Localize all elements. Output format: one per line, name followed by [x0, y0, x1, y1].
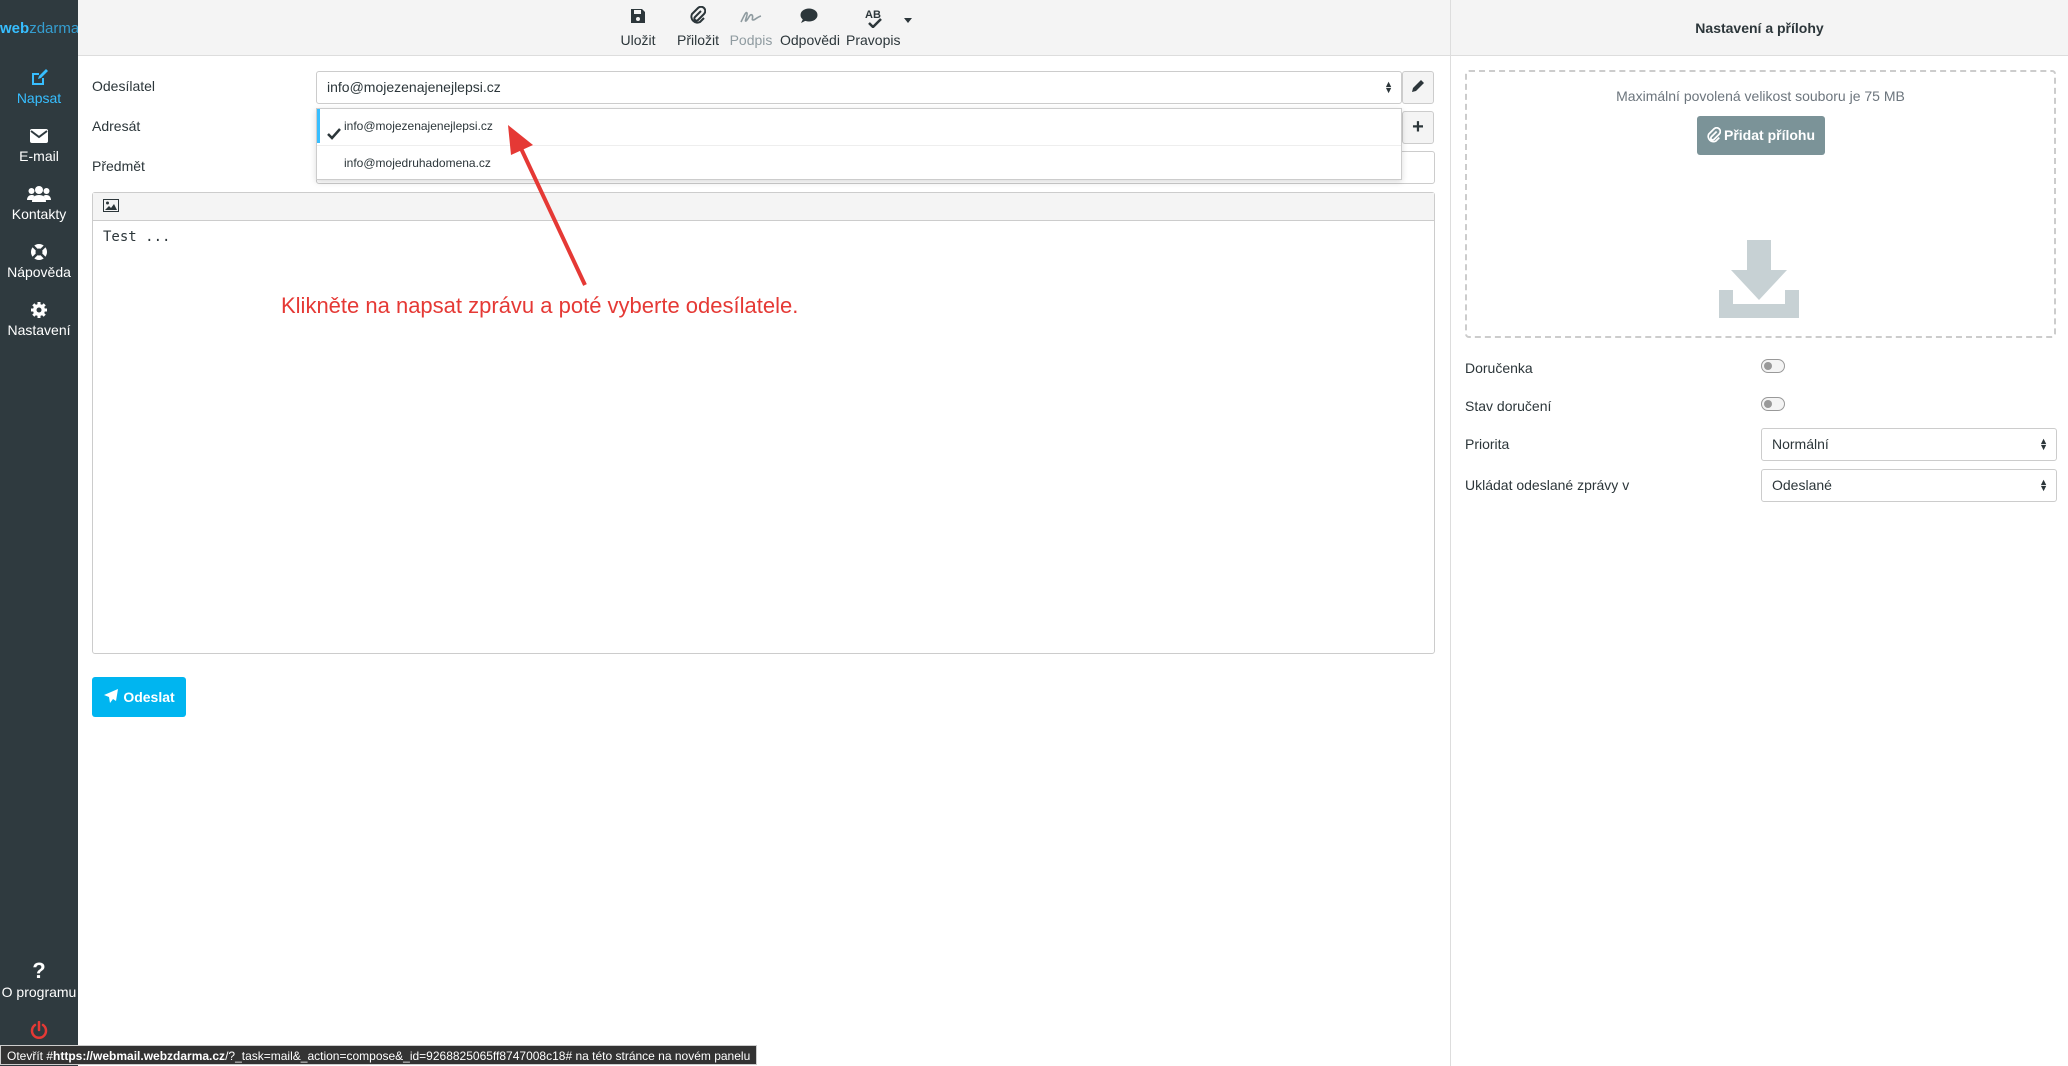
nav-settings[interactable]: Nastavení [0, 296, 78, 352]
add-attachment-button[interactable]: Přidat přílohu [1697, 116, 1825, 155]
nav-about[interactable]: ? O programu [0, 958, 78, 1014]
select-arrows-icon: ▲ ▼ [2039, 436, 2048, 452]
sender-label: Odesílatel [92, 78, 156, 94]
pencil-square-icon [0, 64, 78, 90]
signature-label: Podpis [729, 32, 773, 48]
send-label: Odeslat [123, 689, 175, 705]
add-recipient-button[interactable]: + [1402, 111, 1434, 144]
select-arrows-icon: ▲ ▼ [1384, 79, 1393, 95]
receipt-toggle[interactable] [1761, 359, 1785, 373]
message-editor[interactable]: Test ... [92, 192, 1435, 654]
save-button[interactable]: Uložit [616, 6, 660, 52]
paperclip-icon [1707, 126, 1724, 143]
sender-option[interactable]: info@mojedruhadomena.cz [317, 145, 1401, 179]
nav-contacts-label: Kontakty [11, 206, 67, 222]
responses-button[interactable]: Odpovědi [780, 6, 840, 52]
nav-email-label: E-mail [19, 148, 59, 164]
power-icon [0, 1016, 78, 1042]
delivery-status-label: Stav doručení [1465, 398, 1552, 414]
question-icon: ? [32, 958, 46, 983]
sender-select-value: info@mojezenajenejlepsi.cz [327, 79, 501, 95]
image-icon[interactable] [103, 199, 119, 217]
attach-button[interactable]: Přiložit [674, 5, 722, 52]
sender-select[interactable]: info@mojezenajenejlepsi.cz ▲ ▼ [316, 71, 1402, 104]
max-size-text: Maximální povolená velikost souboru je 7… [1616, 88, 1905, 104]
status-suffix: na této stránce na novém panelu [572, 1049, 751, 1063]
plus-icon: + [1412, 116, 1424, 138]
save-sent-select-value: Odeslané [1772, 477, 1832, 493]
annotation-arrow [508, 125, 587, 286]
nav-contacts[interactable]: Kontakty [0, 180, 78, 236]
annotation-text: Klikněte na napsat zprávu a poté vyberte… [281, 293, 799, 318]
message-body[interactable]: Test ... [93, 221, 1434, 253]
status-url-host: https://webmail.webzdarma.cz [53, 1049, 226, 1063]
signature-button[interactable]: Podpis [728, 6, 774, 52]
nav-about-label: O programu [1, 984, 77, 1000]
settings-attachments-panel: Maximální povolená velikost souboru je 7… [1450, 56, 2068, 1066]
priority-select[interactable]: Normální ▲ ▼ [1761, 428, 2057, 461]
compose-toolbar: Uložit Přiložit Podpis Odpovědi AB Pravo… [78, 0, 1450, 56]
lifebuoy-icon [0, 238, 78, 264]
nav-email[interactable]: E-mail [0, 122, 78, 178]
nav-compose[interactable]: Napsat [0, 64, 78, 120]
nav-help-label: Nápověda [7, 264, 71, 280]
priority-label: Priorita [1465, 436, 1510, 452]
comment-icon [780, 6, 838, 32]
delivery-status-toggle[interactable] [1761, 397, 1785, 411]
editor-toolbar [93, 193, 1434, 221]
attach-label: Přiložit [676, 32, 719, 48]
subject-label: Předmět [92, 158, 145, 174]
responses-label: Odpovědi [780, 32, 840, 48]
download-icon [1717, 240, 1801, 327]
gear-icon [0, 296, 78, 322]
edit-identity-button[interactable] [1402, 71, 1434, 104]
sender-option[interactable]: info@mojezenajenejlepsi.cz [317, 109, 1401, 143]
priority-select-value: Normální [1772, 436, 1829, 452]
recipient-label: Adresát [92, 118, 141, 134]
nav-help[interactable]: Nápověda [0, 238, 78, 294]
nav-compose-label: Napsat [16, 90, 62, 106]
spellcheck-label: Pravopis [846, 32, 901, 48]
paperclip-icon [674, 5, 722, 32]
envelope-icon [0, 122, 78, 148]
attachment-dropzone[interactable]: Maximální povolená velikost souboru je 7… [1465, 70, 2056, 338]
signature-icon [728, 6, 774, 32]
app-sidebar: webzdarma Napsat E-mail Kontakty Nápověd… [0, 0, 79, 1066]
paper-plane-icon [103, 689, 123, 705]
sender-dropdown: info@mojezenajenejlepsi.cz info@mojedruh… [316, 108, 1402, 180]
status-prefix: Otevřít # [7, 1049, 54, 1063]
sender-option-label: info@mojedruhadomena.cz [344, 156, 491, 170]
users-icon [0, 180, 78, 206]
pencil-icon [1411, 76, 1425, 98]
save-sent-select[interactable]: Odeslané ▲ ▼ [1761, 469, 2057, 502]
receipt-label: Doručenka [1465, 360, 1533, 376]
spellcheck-dropdown[interactable] [900, 14, 916, 30]
save-label: Uložit [620, 32, 656, 48]
caret-down-icon [904, 18, 912, 23]
spellcheck-icon: AB [846, 6, 900, 32]
logout-button[interactable] [0, 1016, 78, 1040]
sender-option-label: info@mojezenajenejlepsi.cz [344, 119, 493, 133]
save-sent-label: Ukládat odeslané zprávy v [1465, 477, 1630, 493]
right-panel-title: Nastavení a přílohy [1450, 0, 2068, 56]
floppy-icon [616, 6, 660, 32]
status-url-path: /?_task=mail&_action=compose&_id=9268825… [225, 1049, 573, 1063]
add-attachment-label: Přidat přílohu [1724, 127, 1815, 143]
select-arrows-icon: ▲ ▼ [2039, 477, 2048, 493]
logo[interactable]: webzdarma [0, 20, 79, 37]
spellcheck-button[interactable]: AB Pravopis [846, 6, 900, 52]
send-button[interactable]: Odeslat [92, 677, 186, 717]
browser-status-bar: Otevřít #https://webmail.webzdarma.cz/?_… [0, 1045, 758, 1065]
nav-settings-label: Nastavení [7, 322, 71, 338]
